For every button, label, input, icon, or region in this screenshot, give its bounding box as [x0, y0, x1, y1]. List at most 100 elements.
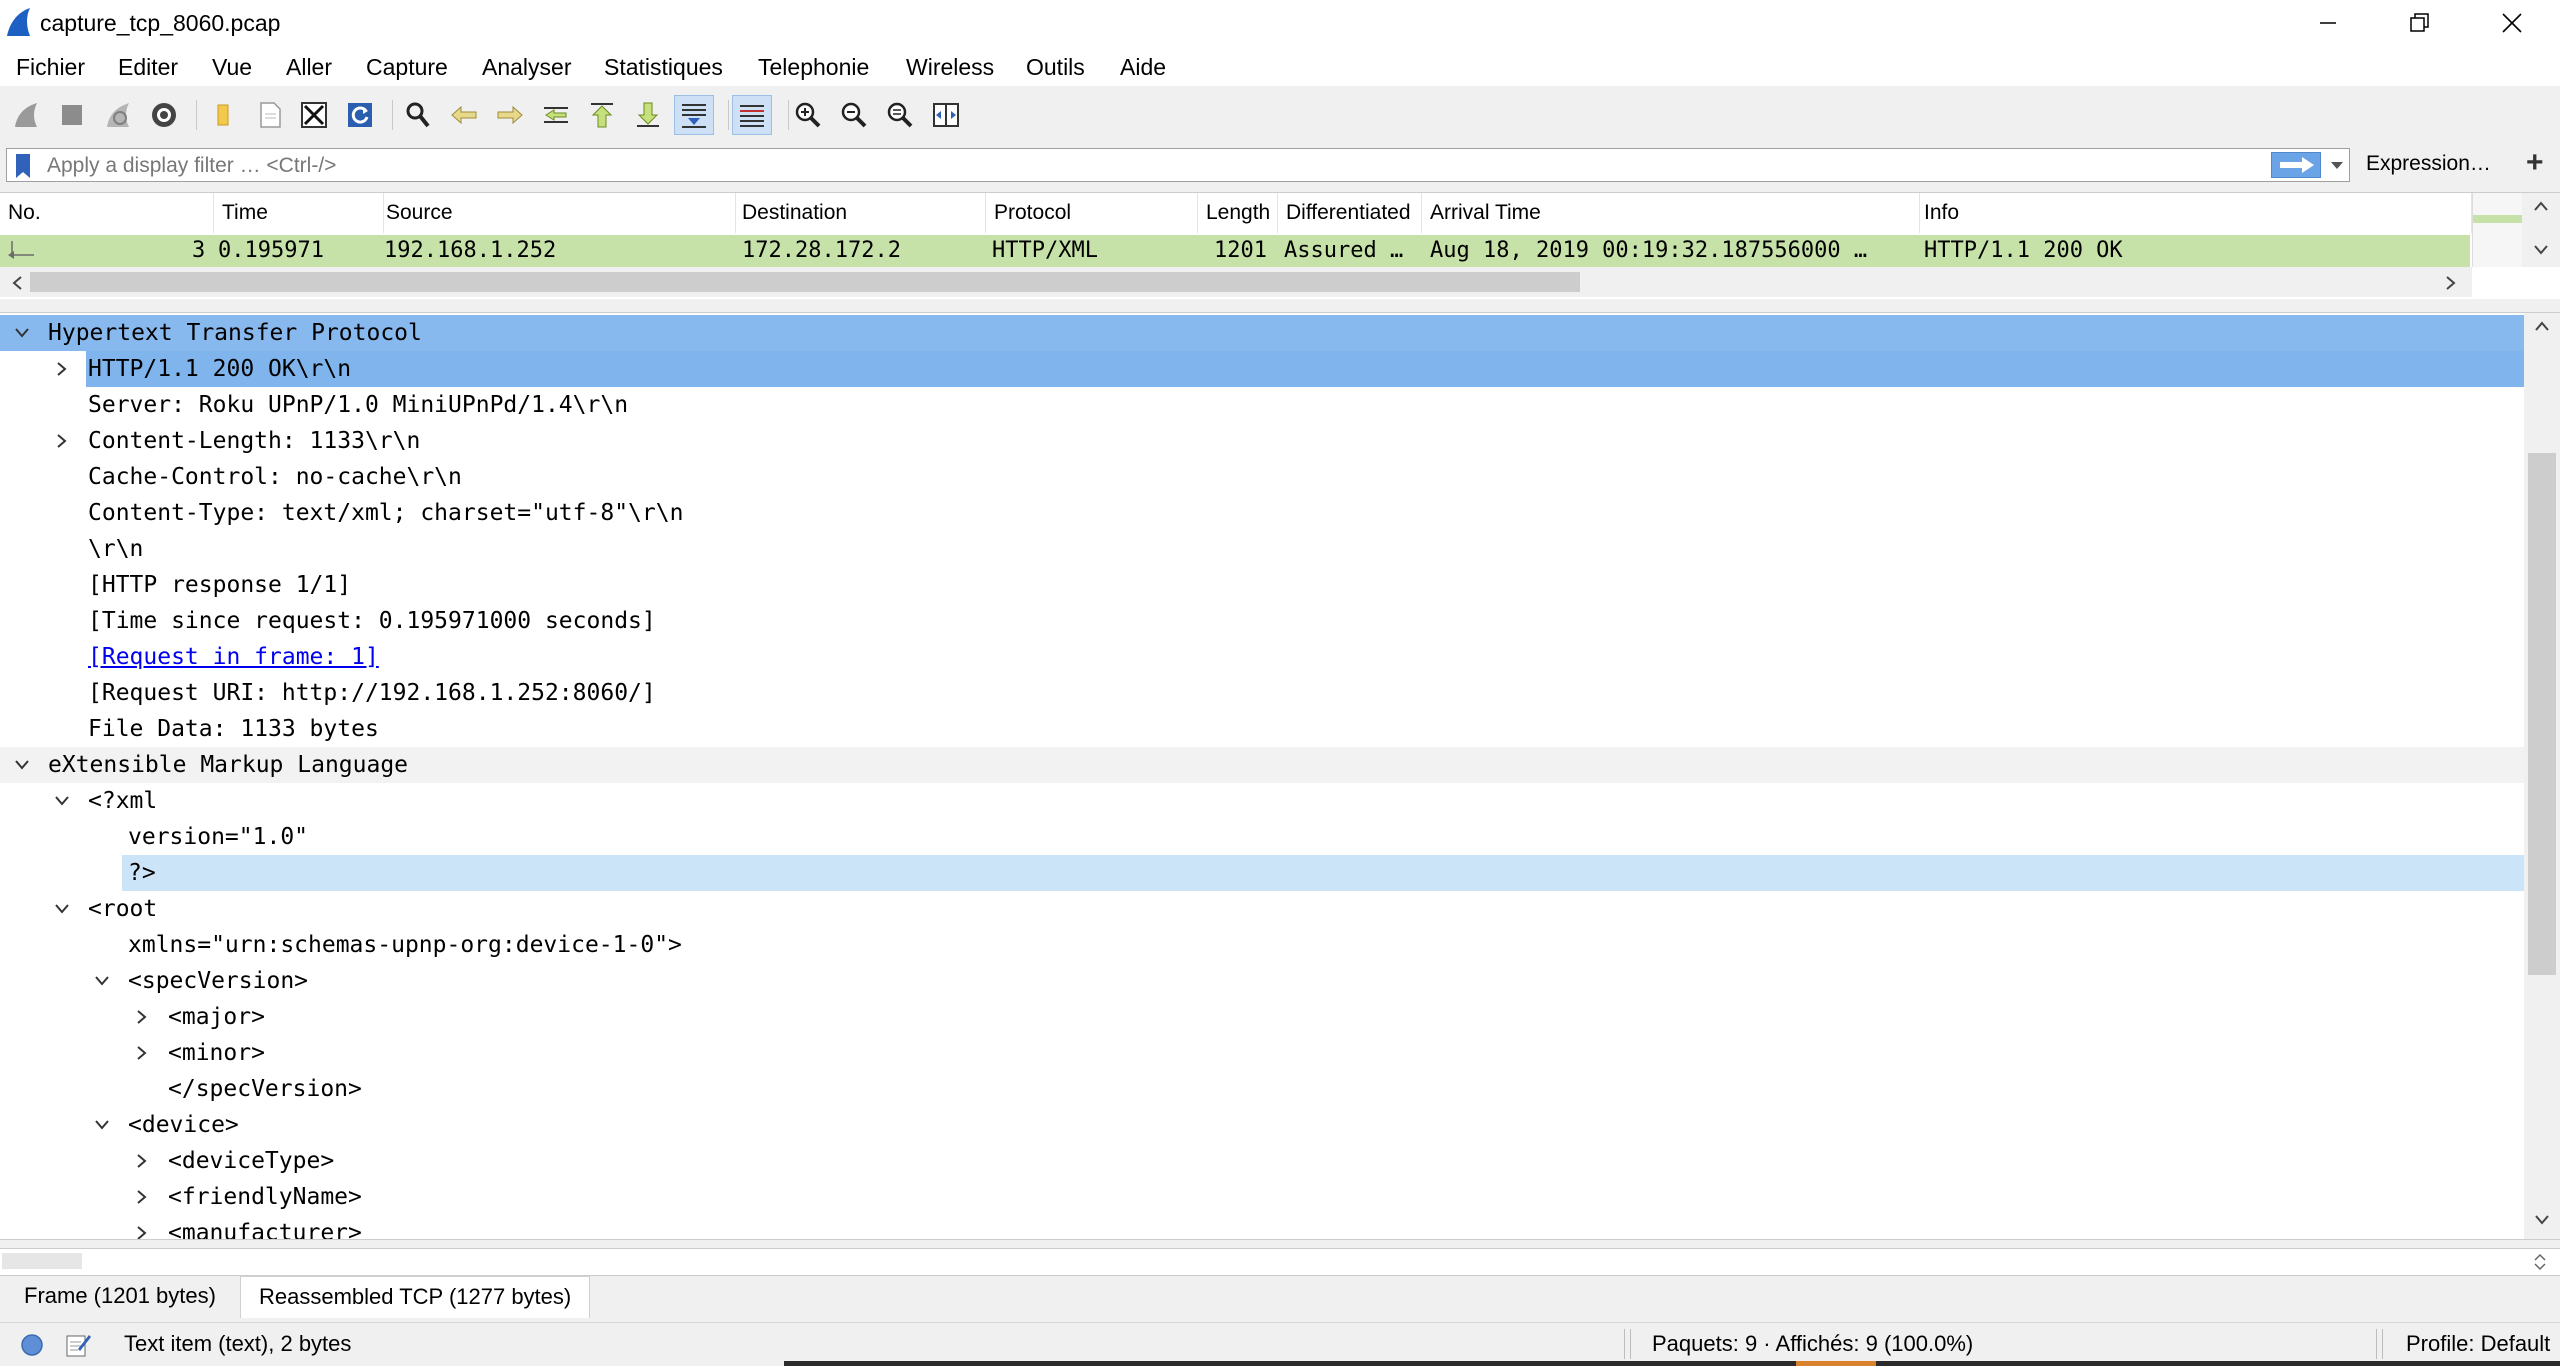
colorize-icon: [740, 105, 764, 127]
tree-row-xml[interactable]: eXtensible Markup Language: [0, 747, 2524, 783]
tree-row-major[interactable]: <major>: [0, 999, 2524, 1035]
menu-telephonie[interactable]: Telephonie: [758, 54, 869, 81]
menu-editer[interactable]: Editer: [118, 54, 178, 81]
column-header-time[interactable]: Time: [214, 193, 384, 233]
menu-wireless[interactable]: Wireless: [906, 54, 994, 81]
packet-list-hscrollbar[interactable]: [0, 267, 2472, 297]
column-header-source[interactable]: Source: [378, 193, 736, 233]
tree-row-specversion-close[interactable]: </specVersion>: [0, 1071, 2524, 1107]
tree-row-xml-decl[interactable]: <?xml: [0, 783, 2524, 819]
column-header-length[interactable]: Length: [1198, 193, 1278, 233]
cell-source: 192.168.1.252: [384, 238, 557, 263]
tree-row-request-in-frame[interactable]: [Request in frame: 1]: [0, 639, 2524, 675]
zoom-in-button[interactable]: [788, 95, 828, 135]
colorize-button[interactable]: [732, 95, 772, 135]
menu-fichier[interactable]: Fichier: [16, 54, 85, 81]
filter-history-dropdown[interactable]: [2325, 152, 2349, 178]
expert-info-icon[interactable]: [20, 1333, 44, 1357]
title-bar: capture_tcp_8060.pcap: [0, 0, 2560, 48]
go-to-packet-button[interactable]: [536, 95, 576, 135]
column-header-arrival-time[interactable]: Arrival Time: [1422, 193, 1920, 233]
first-packet-button[interactable]: [582, 95, 622, 135]
display-filter-bar: Expression… +: [0, 146, 2560, 186]
close-icon: [2502, 13, 2522, 33]
menu-vue[interactable]: Vue: [212, 54, 252, 81]
column-header-destination[interactable]: Destination: [734, 193, 986, 233]
tree-row-status-line[interactable]: HTTP/1.1 200 OK\r\n: [0, 351, 2524, 387]
hscroll-thumb[interactable]: [30, 272, 1580, 292]
expression-button[interactable]: Expression…: [2366, 152, 2491, 176]
tree-row-crlf[interactable]: \r\n: [0, 531, 2524, 567]
restart-capture-button[interactable]: [98, 95, 138, 135]
menu-aide[interactable]: Aide: [1120, 54, 1166, 81]
stop-capture-button[interactable]: [52, 95, 92, 135]
close-file-button[interactable]: [294, 95, 334, 135]
tree-row-http[interactable]: Hypertext Transfer Protocol: [0, 315, 2524, 351]
open-file-button[interactable]: [204, 95, 244, 135]
menu-analyser[interactable]: Analyser: [482, 54, 571, 81]
column-header-protocol[interactable]: Protocol: [986, 193, 1198, 233]
tree-row-friendlyname[interactable]: <friendlyName>: [0, 1179, 2524, 1215]
packet-minimap[interactable]: [2472, 193, 2523, 267]
apply-filter-button[interactable]: [2271, 152, 2321, 178]
close-button[interactable]: [2466, 0, 2558, 46]
restore-icon: [2410, 13, 2429, 32]
tree-row-root[interactable]: <root: [0, 891, 2524, 927]
reload-button[interactable]: [340, 95, 380, 135]
restore-button[interactable]: [2374, 0, 2466, 46]
menu-aller[interactable]: Aller: [286, 54, 332, 81]
capture-options-icon: [152, 103, 176, 127]
menu-outils[interactable]: Outils: [1026, 54, 1085, 81]
column-header-differentiated[interactable]: Differentiated: [1278, 193, 1422, 233]
capture-options-button[interactable]: [144, 95, 184, 135]
details-vscrollbar[interactable]: [2524, 313, 2560, 1239]
tree-row-content-type[interactable]: Content-Type: text/xml; charset="utf-8"\…: [0, 495, 2524, 531]
tab-reassembled-tcp[interactable]: Reassembled TCP (1277 bytes): [240, 1276, 591, 1318]
details-scroll-thumb[interactable]: [2528, 453, 2556, 975]
packet-row[interactable]: 3 0.195971 192.168.1.252 172.28.172.2 HT…: [0, 235, 2470, 267]
request-in-frame-link[interactable]: [Request in frame: 1]: [88, 639, 379, 675]
tree-row-xml-close[interactable]: ?>: [0, 855, 2524, 891]
chevron-down-icon: [55, 796, 69, 806]
column-header-no[interactable]: No.: [0, 193, 214, 233]
packet-bytes-pane[interactable]: [0, 1248, 2560, 1276]
tree-row-request-uri[interactable]: [Request URI: http://192.168.1.252:8060/…: [0, 675, 2524, 711]
display-filter-input[interactable]: [45, 149, 2249, 183]
packet-list-vscrollbar[interactable]: [2522, 193, 2560, 267]
start-capture-button[interactable]: [6, 95, 46, 135]
tab-frame[interactable]: Frame (1201 bytes): [6, 1276, 234, 1316]
tree-row-cache-control[interactable]: Cache-Control: no-cache\r\n: [0, 459, 2524, 495]
edit-comment-icon[interactable]: [64, 1331, 92, 1359]
resize-columns-button[interactable]: [926, 95, 966, 135]
tree-row-xml-version[interactable]: version="1.0": [0, 819, 2524, 855]
chevron-down-icon: [95, 976, 109, 986]
go-forward-button[interactable]: [490, 95, 530, 135]
tree-row-device[interactable]: <device>: [0, 1107, 2524, 1143]
zoom-normal-button[interactable]: [880, 95, 920, 135]
tree-row-devicetype[interactable]: <deviceType>: [0, 1143, 2524, 1179]
find-packet-button[interactable]: [398, 95, 438, 135]
tree-row-time-since-request[interactable]: [Time since request: 0.195971000 seconds…: [0, 603, 2524, 639]
go-back-button[interactable]: [444, 95, 484, 135]
zoom-out-button[interactable]: [834, 95, 874, 135]
menu-capture[interactable]: Capture: [366, 54, 448, 81]
minimize-button[interactable]: [2282, 0, 2374, 46]
last-packet-button[interactable]: [628, 95, 668, 135]
tree-row-manufacturer[interactable]: <manufacturer>: [0, 1215, 2524, 1239]
tree-row-xmlns[interactable]: xmlns="urn:schemas-upnp-org:device-1-0">: [0, 927, 2524, 963]
tree-label: Hypertext Transfer Protocol: [48, 320, 422, 346]
bookmark-icon[interactable]: [13, 153, 33, 179]
tree-row-server[interactable]: Server: Roku UPnP/1.0 MiniUPnPd/1.4\r\n: [0, 387, 2524, 423]
column-header-info[interactable]: Info: [1916, 193, 2472, 233]
tree-row-specversion[interactable]: <specVersion>: [0, 963, 2524, 999]
menu-statistiques[interactable]: Statistiques: [604, 54, 723, 81]
tree-row-http-response[interactable]: [HTTP response 1/1]: [0, 567, 2524, 603]
cell-length: 1201: [1214, 238, 1267, 263]
add-filter-button[interactable]: +: [2526, 146, 2544, 180]
status-profile[interactable]: Profile: Default: [2406, 1323, 2550, 1365]
autoscroll-button[interactable]: [674, 95, 714, 135]
save-file-button[interactable]: [250, 95, 290, 135]
tree-row-minor[interactable]: <minor>: [0, 1035, 2524, 1071]
tree-row-content-length[interactable]: Content-Length: 1133\r\n: [0, 423, 2524, 459]
tree-row-file-data[interactable]: File Data: 1133 bytes: [0, 711, 2524, 747]
